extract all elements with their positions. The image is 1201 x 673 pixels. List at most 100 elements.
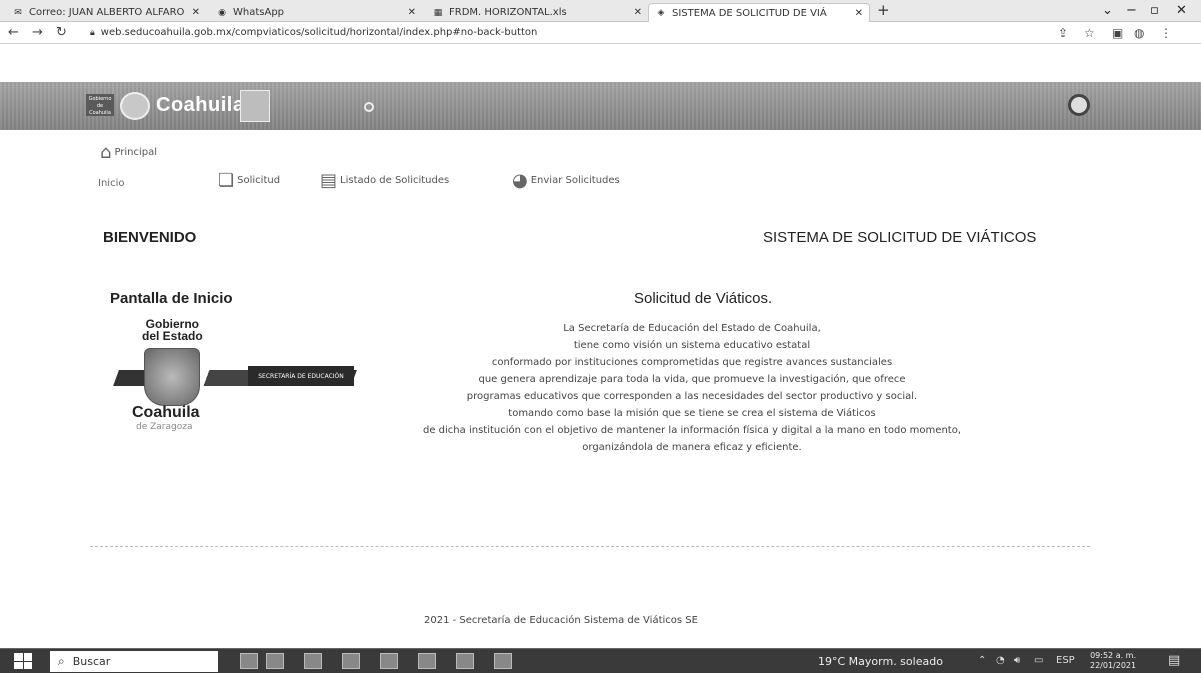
tab-label: FRDM. HORIZONTAL.xls bbox=[449, 7, 567, 18]
browser-taskbar-icon[interactable] bbox=[456, 653, 474, 669]
network-icon[interactable]: ◔ bbox=[996, 655, 1005, 666]
close-window-button[interactable]: ✕ bbox=[1176, 3, 1187, 18]
maximize-button[interactable]: ▫ bbox=[1150, 3, 1159, 18]
url-field[interactable]: 🔒︎ web.seducoahuila.gob.mx/compviaticos/s… bbox=[90, 27, 537, 38]
mail-icon: ✉ bbox=[14, 7, 22, 18]
document-icon: ❏ bbox=[218, 170, 235, 191]
site-header: Gobierno de Coahuila Coahuila bbox=[0, 82, 1201, 130]
nav-solicitud-label: Solicitud bbox=[237, 175, 281, 186]
site-icon: ◈ bbox=[657, 8, 665, 18]
screen-title: Pantalla de Inicio bbox=[110, 290, 233, 307]
tab-excel[interactable]: ▦ FRDM. HORIZONTAL.xls ✕ bbox=[432, 3, 642, 22]
url-text: web.seducoahuila.gob.mx/compviaticos/sol… bbox=[100, 27, 538, 38]
taskbar: ⌕ Buscar 19°C Mayorm. soleado ⌃ ◔ 🔊︎ ▭ E… bbox=[0, 648, 1201, 673]
tab-label: WhatsApp bbox=[233, 7, 285, 18]
volume-icon[interactable]: 🔊︎ bbox=[1014, 655, 1020, 666]
tab-correo[interactable]: ✉ Correo: JUAN ALBERTO ALFARO ✕ bbox=[12, 3, 200, 22]
app-icon[interactable] bbox=[266, 653, 284, 669]
paragraph-line: organizándola de manera eficaz y eficien… bbox=[582, 442, 802, 453]
nav-principal-label: Principal bbox=[114, 147, 158, 158]
search-icon: ⌕ bbox=[58, 654, 65, 668]
government-logo: Gobierno del Estado SECRETARÍA DE EDUCAC… bbox=[110, 318, 360, 438]
clock-time: 09:52 a. m. bbox=[1090, 651, 1137, 660]
chrome-icon[interactable] bbox=[418, 653, 436, 669]
system-title: SISTEMA DE SOLICITUD DE VIÁTICOS bbox=[763, 229, 1037, 246]
clock[interactable]: 09:52 a. m. 22/01/2021 bbox=[1090, 651, 1136, 671]
star-icon[interactable]: ☆ bbox=[1084, 26, 1095, 40]
close-icon[interactable]: ✕ bbox=[186, 7, 200, 18]
address-bar: ← → ↻ 🔒︎ web.seducoahuila.gob.mx/compviat… bbox=[0, 22, 1201, 44]
close-icon[interactable]: ✕ bbox=[849, 8, 863, 19]
logo-zaragoza: de Zaragoza bbox=[136, 422, 193, 432]
browser-tab-bar: ✉ Correo: JUAN ALBERTO ALFARO ✕ ◉ WhatsA… bbox=[0, 0, 1201, 22]
main-nav: ⌂ Principal Inicio ❏ Solicitud ▤ Listado… bbox=[0, 142, 1201, 192]
paragraph-line: conformado por instituciones comprometid… bbox=[491, 357, 893, 368]
government-badge: Gobierno de Coahuila bbox=[86, 94, 114, 116]
logo-coahuila: Coahuila bbox=[132, 404, 200, 421]
list-icon: ▤ bbox=[320, 170, 338, 191]
solicitud-title: Solicitud de Viáticos. bbox=[634, 290, 773, 307]
paragraph-line: tomando como base la misión que se tiene… bbox=[508, 408, 876, 419]
footer-text: 2021 - Secretaría de Educación Sistema d… bbox=[424, 615, 698, 626]
sidepanel-icon[interactable]: ▣ bbox=[1112, 26, 1123, 40]
app-icon[interactable] bbox=[494, 653, 512, 669]
dot-icon bbox=[364, 102, 374, 112]
settings-icon[interactable] bbox=[1068, 94, 1090, 116]
paragraph-line: La Secretaría de Educación del Estado de… bbox=[563, 323, 821, 334]
close-icon[interactable]: ✕ bbox=[628, 7, 642, 18]
windows-start-icon[interactable] bbox=[14, 653, 32, 669]
excel-icon: ▦ bbox=[433, 7, 443, 18]
tab-label: Correo: JUAN ALBERTO ALFARO bbox=[29, 7, 185, 18]
nav-enviar-label: Enviar Solicitudes bbox=[530, 175, 620, 186]
send-icon: ◕ bbox=[512, 170, 528, 191]
nav-principal[interactable]: ⌂ Principal bbox=[100, 142, 157, 163]
menu-dots-icon[interactable]: ⋮ bbox=[1160, 26, 1172, 40]
tab-whatsapp[interactable]: ◉ WhatsApp ✕ bbox=[216, 3, 416, 22]
display-icon[interactable]: ▭ bbox=[1034, 655, 1043, 666]
logo-gobierno: Gobierno del Estado bbox=[142, 318, 203, 342]
nav-listado[interactable]: ▤ Listado de Solicitudes bbox=[320, 170, 449, 191]
back-arrow-icon[interactable]: ← bbox=[8, 25, 19, 40]
description-paragraph: La Secretaría de Educación del Estado de… bbox=[342, 320, 1042, 456]
coat-of-arms-icon bbox=[144, 348, 200, 406]
new-tab-button[interactable]: + bbox=[877, 3, 890, 18]
app-icon[interactable] bbox=[240, 653, 258, 669]
lock-icon: 🔒︎ bbox=[90, 28, 95, 38]
share-icon[interactable]: ⇪ bbox=[1058, 26, 1068, 40]
close-icon[interactable]: ✕ bbox=[402, 7, 416, 18]
tab-sistema[interactable]: ◈ SISTEMA DE SOLICITUD DE VIÁ ✕ bbox=[648, 3, 870, 22]
nav-enviar[interactable]: ◕ Enviar Solicitudes bbox=[512, 170, 620, 191]
search-placeholder: Buscar bbox=[72, 655, 111, 668]
chevron-down-icon[interactable]: ⌄ bbox=[1102, 3, 1113, 18]
state-seal-icon bbox=[120, 92, 150, 120]
paragraph-line: de dicha institución con el objetivo de … bbox=[423, 425, 961, 436]
paragraph-line: programas educativos que corresponden a … bbox=[466, 391, 918, 402]
language-indicator[interactable]: ESP bbox=[1056, 655, 1075, 666]
clock-date: 22/01/2021 bbox=[1090, 661, 1137, 670]
task-view-icon[interactable] bbox=[304, 653, 322, 669]
welcome-heading: BIENVENIDO bbox=[103, 229, 197, 246]
excel-taskbar-icon[interactable] bbox=[380, 653, 398, 669]
paragraph-line: tiene como visión un sistema educativo e… bbox=[573, 340, 811, 351]
minimize-button[interactable]: − bbox=[1126, 3, 1137, 18]
paragraph-line: que genera aprendizaje para toda la vida… bbox=[478, 374, 906, 385]
reload-icon[interactable]: ↻ bbox=[56, 25, 67, 40]
divider bbox=[90, 546, 1090, 547]
nav-listado-label: Listado de Solicitudes bbox=[340, 175, 450, 186]
notification-icon[interactable]: ▤ bbox=[1168, 653, 1180, 668]
taskbar-search[interactable]: ⌕ Buscar bbox=[50, 651, 218, 672]
forward-arrow-icon[interactable]: → bbox=[32, 25, 43, 40]
nav-inicio[interactable]: Inicio bbox=[98, 178, 124, 189]
logo-del-estado-text: del Estado bbox=[142, 329, 203, 343]
secondary-logo bbox=[240, 90, 270, 122]
profile-icon[interactable]: ◍ bbox=[1134, 26, 1144, 40]
secretaria-badge: SECRETARÍA DE EDUCACIÓN bbox=[248, 366, 354, 386]
nav-solicitud[interactable]: ❏ Solicitud bbox=[218, 170, 280, 191]
weather-widget[interactable]: 19°C Mayorm. soleado bbox=[818, 655, 943, 668]
file-explorer-icon[interactable] bbox=[342, 653, 360, 669]
home-icon: ⌂ bbox=[100, 142, 112, 163]
whatsapp-icon: ◉ bbox=[218, 7, 226, 18]
chevron-up-icon[interactable]: ⌃ bbox=[978, 655, 986, 666]
header-title: Coahuila bbox=[156, 94, 245, 116]
tab-label: SISTEMA DE SOLICITUD DE VIÁ bbox=[672, 7, 827, 19]
